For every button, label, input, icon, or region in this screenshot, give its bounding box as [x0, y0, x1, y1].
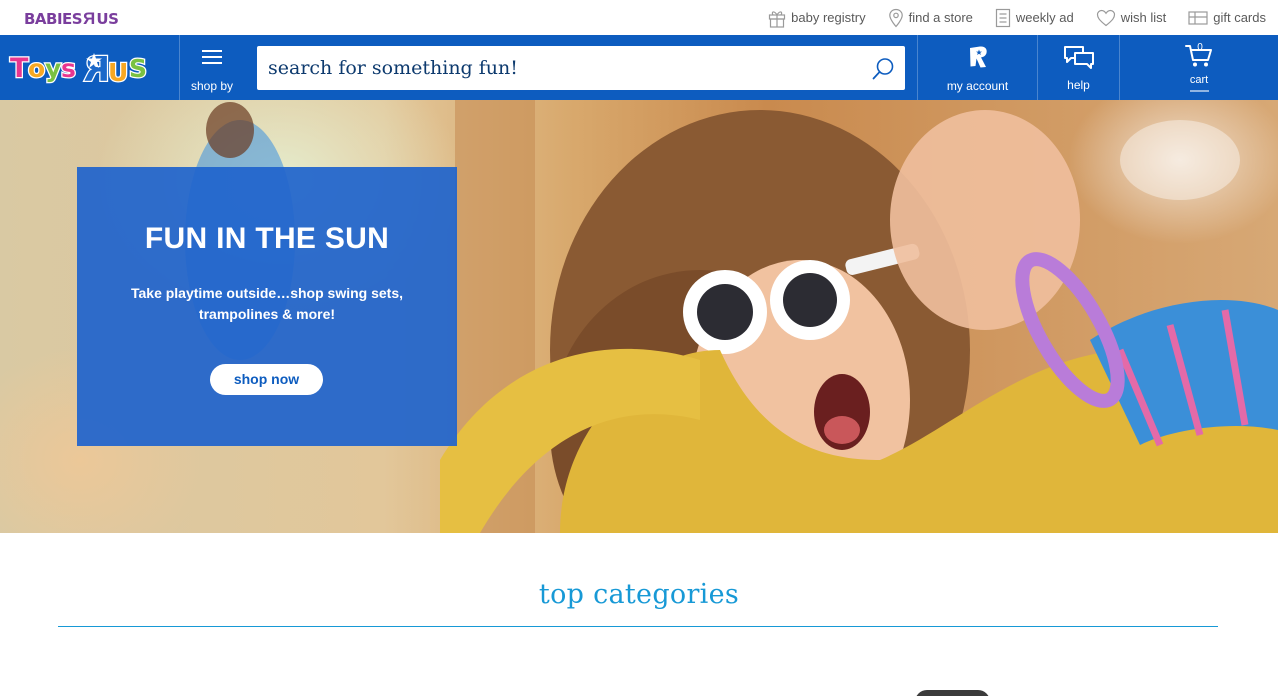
- babies-r-us-logo[interactable]: BABIES R US: [24, 8, 119, 30]
- wish-list-label: wish list: [1120, 10, 1167, 25]
- gift-card-icon: [1188, 10, 1208, 25]
- hamburger-icon: [202, 50, 222, 68]
- svg-text:S: S: [129, 54, 147, 83]
- gift-cards-link[interactable]: gift cards: [1188, 10, 1266, 26]
- chat-bubbles-icon: [1064, 46, 1094, 69]
- svg-text:o: o: [28, 54, 45, 83]
- search-icon[interactable]: [871, 57, 895, 81]
- cart-count: 0: [1197, 42, 1203, 53]
- baby-registry-label: baby registry: [791, 10, 866, 25]
- heart-icon: [1096, 9, 1115, 26]
- shop-now-button[interactable]: shop now: [210, 364, 323, 395]
- shop-by-label: shop by: [190, 79, 234, 93]
- top-categories-heading: top categories: [538, 579, 740, 610]
- my-account-button[interactable]: my account: [918, 35, 1037, 100]
- document-icon: [995, 8, 1011, 27]
- map-pin-icon: [888, 8, 903, 27]
- search-box: [257, 46, 905, 90]
- shop-by-menu-button[interactable]: shop by: [180, 35, 244, 100]
- gift-icon: [769, 10, 786, 28]
- account-r-icon: [970, 46, 987, 68]
- toys-r-us-logo-mark: T o y s R U S: [9, 49, 149, 92]
- promo-description: Take playtime outside…shop swing sets, t…: [130, 285, 404, 322]
- find-a-store-label: find a store: [908, 10, 973, 25]
- cart-button[interactable]: 0 cart: [1120, 35, 1278, 100]
- svg-text:R: R: [84, 50, 110, 90]
- my-account-label: my account: [946, 79, 1009, 93]
- wish-list-link[interactable]: wish list: [1096, 9, 1167, 27]
- search-input[interactable]: [257, 46, 857, 90]
- cart-label: cart: [1189, 74, 1209, 86]
- promo-card: FUN IN THE SUN Take playtime outside…sho…: [77, 167, 457, 446]
- babies-logo-r: R: [83, 9, 96, 28]
- weekly-ad-label: weekly ad: [1015, 10, 1074, 25]
- help-button[interactable]: help: [1038, 35, 1119, 100]
- babies-logo-us: US: [96, 10, 119, 28]
- main-header: T o y s R U S shop by my account: [0, 35, 1278, 100]
- svg-text:T: T: [10, 53, 29, 84]
- cart-underline: [1190, 90, 1209, 92]
- gift-cards-label: gift cards: [1213, 10, 1266, 25]
- utility-links: baby registry find a store weekly ad wis…: [746, 0, 1266, 35]
- hero-banner[interactable]: FUN IN THE SUN Take playtime outside…sho…: [0, 100, 1278, 533]
- weekly-ad-link[interactable]: weekly ad: [995, 8, 1074, 28]
- svg-text:y: y: [45, 54, 61, 83]
- babies-logo-text: BABIES: [24, 10, 83, 28]
- find-a-store-link[interactable]: find a store: [888, 8, 973, 28]
- help-label: help: [1067, 78, 1090, 92]
- category-image-partial[interactable]: [915, 690, 990, 696]
- baby-registry-link[interactable]: baby registry: [768, 8, 866, 28]
- utility-bar: BABIES R US baby registry find a store w…: [0, 0, 1278, 35]
- svg-text:s: s: [61, 54, 76, 83]
- section-divider: [58, 626, 1218, 627]
- svg-text:U: U: [108, 58, 128, 87]
- toys-r-us-logo[interactable]: T o y s R U S: [8, 43, 158, 93]
- promo-title: FUN IN THE SUN: [144, 222, 390, 255]
